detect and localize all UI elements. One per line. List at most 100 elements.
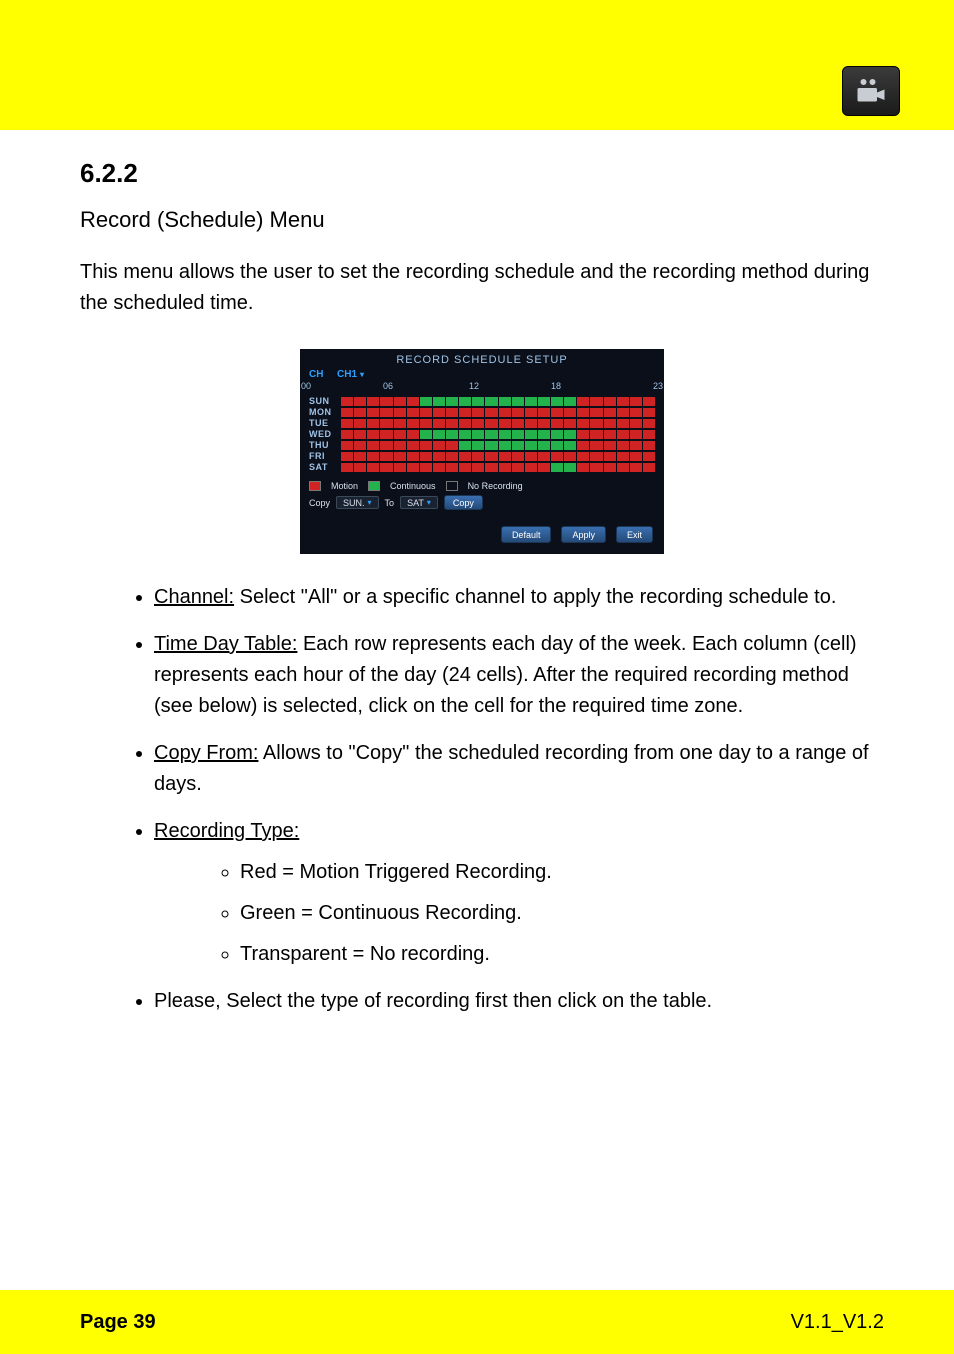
hour-cell[interactable] [380, 430, 392, 439]
hour-cell[interactable] [630, 430, 642, 439]
hour-cell[interactable] [433, 441, 445, 450]
hour-cell[interactable] [446, 463, 458, 472]
hour-cell[interactable] [630, 397, 642, 406]
hour-cell[interactable] [604, 430, 616, 439]
hour-cell[interactable] [590, 408, 602, 417]
hour-cell[interactable] [354, 441, 366, 450]
hour-cell[interactable] [499, 452, 511, 461]
hour-cell[interactable] [577, 452, 589, 461]
hour-cell[interactable] [577, 419, 589, 428]
hour-cell[interactable] [538, 441, 550, 450]
hour-cell[interactable] [499, 430, 511, 439]
hour-cell[interactable] [525, 430, 537, 439]
ch-select[interactable]: CH1 ▾ [337, 369, 364, 380]
hour-cell[interactable] [380, 452, 392, 461]
hour-cell[interactable] [538, 452, 550, 461]
hour-cell[interactable] [380, 419, 392, 428]
copy-button[interactable]: Copy [444, 495, 483, 510]
hour-cell[interactable] [577, 463, 589, 472]
hour-cell[interactable] [341, 397, 353, 406]
hour-cell[interactable] [472, 419, 484, 428]
hour-cell[interactable] [617, 430, 629, 439]
hour-cell[interactable] [341, 430, 353, 439]
day-cells[interactable] [341, 408, 655, 417]
hour-cell[interactable] [617, 397, 629, 406]
hour-cell[interactable] [433, 419, 445, 428]
hour-cell[interactable] [459, 419, 471, 428]
hour-cell[interactable] [564, 441, 576, 450]
hour-cell[interactable] [512, 419, 524, 428]
hour-cell[interactable] [420, 452, 432, 461]
hour-cell[interactable] [590, 397, 602, 406]
hour-cell[interactable] [459, 430, 471, 439]
hour-cell[interactable] [380, 463, 392, 472]
hour-cell[interactable] [367, 397, 379, 406]
hour-cell[interactable] [499, 408, 511, 417]
hour-cell[interactable] [564, 430, 576, 439]
hour-cell[interactable] [512, 397, 524, 406]
hour-cell[interactable] [472, 441, 484, 450]
hour-cell[interactable] [354, 397, 366, 406]
hour-cell[interactable] [354, 408, 366, 417]
hour-cell[interactable] [459, 408, 471, 417]
hour-cell[interactable] [538, 463, 550, 472]
hour-cell[interactable] [407, 408, 419, 417]
hour-cell[interactable] [485, 452, 497, 461]
hour-cell[interactable] [341, 441, 353, 450]
day-cells[interactable] [341, 419, 655, 428]
hour-cell[interactable] [367, 430, 379, 439]
hour-cell[interactable] [394, 463, 406, 472]
copy-to-select[interactable]: SAT ▾ [400, 496, 438, 509]
hour-cell[interactable] [394, 397, 406, 406]
hour-cell[interactable] [459, 463, 471, 472]
hour-cell[interactable] [512, 408, 524, 417]
hour-cell[interactable] [604, 408, 616, 417]
hour-cell[interactable] [525, 441, 537, 450]
hour-cell[interactable] [367, 419, 379, 428]
hour-cell[interactable] [564, 452, 576, 461]
hour-cell[interactable] [512, 430, 524, 439]
hour-cell[interactable] [354, 463, 366, 472]
hour-cell[interactable] [643, 463, 655, 472]
day-cells[interactable] [341, 452, 655, 461]
hour-cell[interactable] [643, 441, 655, 450]
hour-cell[interactable] [485, 430, 497, 439]
hour-cell[interactable] [341, 419, 353, 428]
hour-cell[interactable] [407, 419, 419, 428]
hour-cell[interactable] [394, 452, 406, 461]
hour-cell[interactable] [459, 452, 471, 461]
hour-cell[interactable] [604, 463, 616, 472]
hour-cell[interactable] [577, 430, 589, 439]
hour-cell[interactable] [577, 408, 589, 417]
hour-cell[interactable] [407, 397, 419, 406]
day-cells[interactable] [341, 397, 655, 406]
hour-cell[interactable] [459, 397, 471, 406]
hour-cell[interactable] [394, 441, 406, 450]
hour-cell[interactable] [499, 441, 511, 450]
day-cells[interactable] [341, 441, 655, 450]
hour-cell[interactable] [590, 441, 602, 450]
hour-cell[interactable] [446, 397, 458, 406]
hour-cell[interactable] [551, 430, 563, 439]
hour-cell[interactable] [525, 419, 537, 428]
hour-cell[interactable] [590, 452, 602, 461]
hour-cell[interactable] [630, 441, 642, 450]
hour-cell[interactable] [485, 397, 497, 406]
hour-cell[interactable] [617, 441, 629, 450]
hour-cell[interactable] [485, 463, 497, 472]
hour-cell[interactable] [617, 452, 629, 461]
hour-cell[interactable] [551, 441, 563, 450]
hour-cell[interactable] [367, 441, 379, 450]
hour-cell[interactable] [604, 441, 616, 450]
hour-cell[interactable] [499, 463, 511, 472]
hour-cell[interactable] [485, 408, 497, 417]
hour-cell[interactable] [617, 419, 629, 428]
hour-cell[interactable] [367, 408, 379, 417]
hour-cell[interactable] [577, 441, 589, 450]
copy-from-select[interactable]: SUN. ▾ [336, 496, 379, 509]
hour-cell[interactable] [420, 463, 432, 472]
hour-cell[interactable] [643, 419, 655, 428]
hour-cell[interactable] [604, 419, 616, 428]
day-cells[interactable] [341, 430, 655, 439]
hour-cell[interactable] [538, 419, 550, 428]
